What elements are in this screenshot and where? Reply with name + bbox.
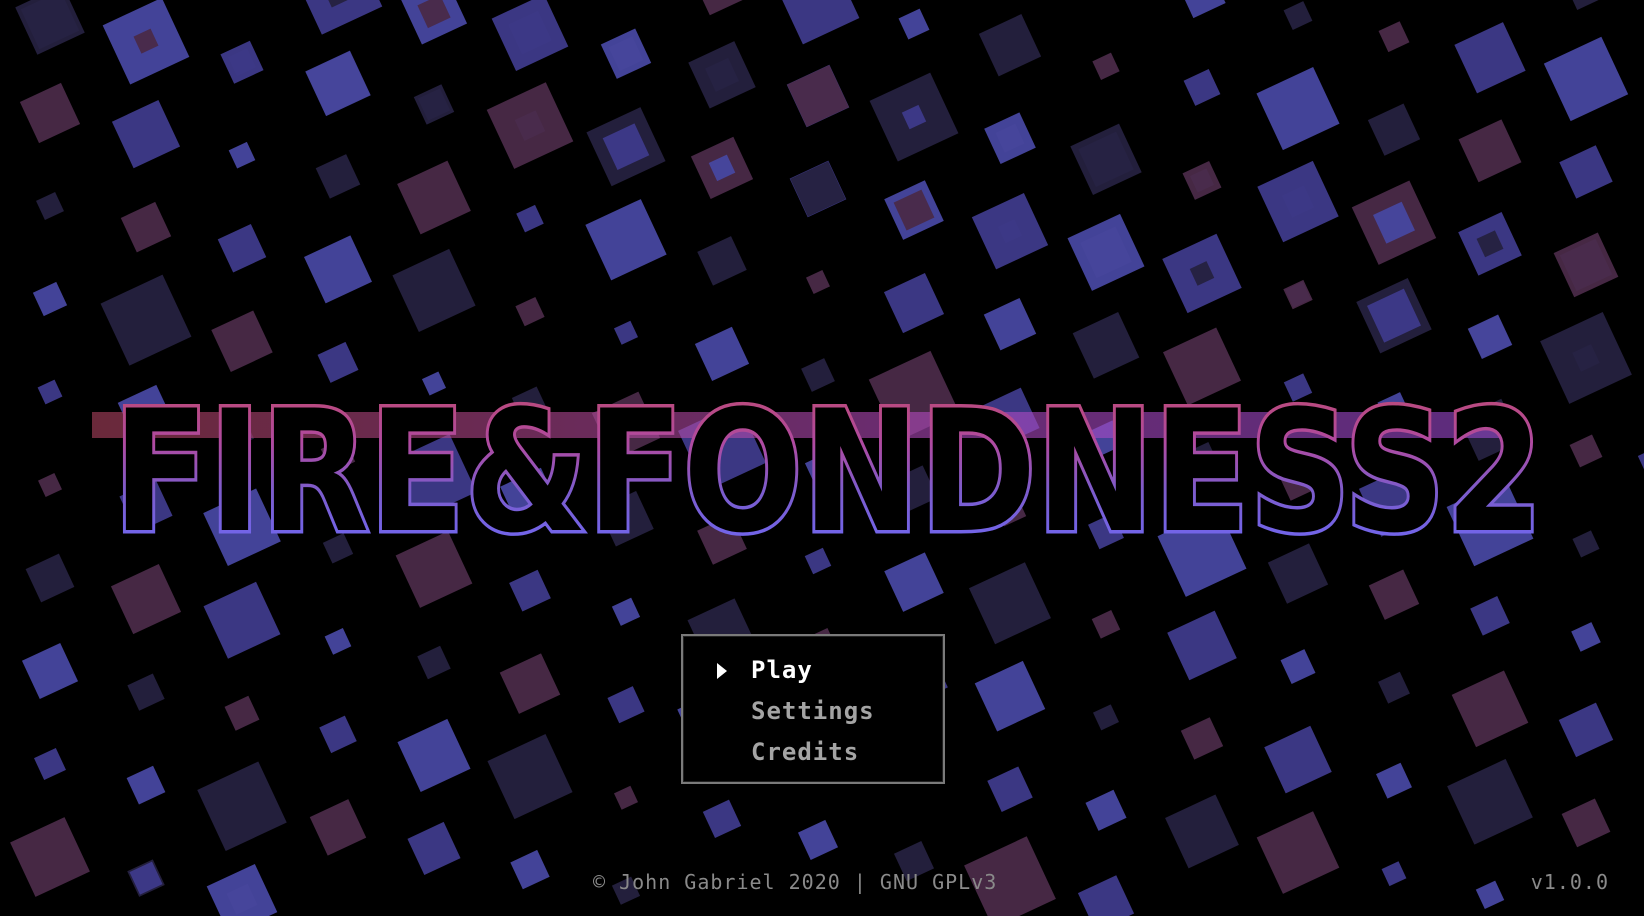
version-label: v1.0.0 xyxy=(1530,870,1609,894)
main-menu: Play Settings Credits xyxy=(681,634,945,784)
title-text: FIRE&FONDNESS2 xyxy=(113,374,1543,570)
menu-item-settings[interactable]: Settings xyxy=(751,697,875,725)
selection-cursor-icon xyxy=(717,663,727,679)
menu-item-play[interactable]: Play xyxy=(751,656,813,684)
menu-item-credits[interactable]: Credits xyxy=(751,738,859,766)
copyright-notice: © John Gabriel 2020 | GNU GPLv3 xyxy=(593,870,998,894)
